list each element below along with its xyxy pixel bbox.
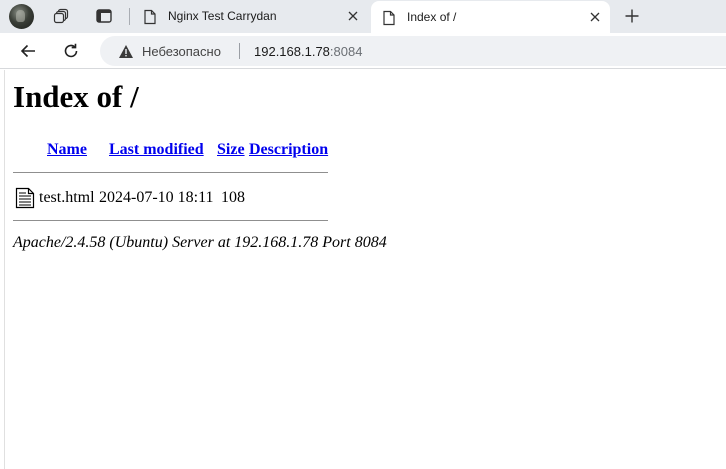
list-item: test.html (39, 189, 95, 207)
file-last-modified: 2024-07-10 18:11 (99, 189, 214, 206)
server-signature: Apache/2.4.58 (Ubuntu) Server at 192.168… (13, 234, 387, 251)
sort-by-description-link[interactable]: Description (249, 141, 328, 158)
column-header-last-modified: Last modified (109, 141, 204, 159)
not-secure-label[interactable]: Небезопасно (142, 44, 221, 59)
plus-icon (625, 9, 639, 23)
back-button[interactable] (16, 39, 40, 63)
browser-toolbar: Небезопасно 192.168.1.78:8084 (0, 33, 726, 69)
vertical-tabs-button[interactable] (92, 5, 116, 27)
file-link[interactable]: test.html (39, 189, 95, 206)
tab-nginx-test[interactable]: Nginx Test Carrydan (132, 0, 368, 33)
sort-by-size-link[interactable]: Size (217, 141, 245, 158)
workspaces-icon (53, 8, 69, 24)
tab-separator (129, 8, 130, 25)
divider (13, 172, 328, 173)
tab-index-of[interactable]: Index of / (371, 1, 610, 34)
warning-icon[interactable] (118, 44, 134, 59)
url-host: 192.168.1.78 (254, 44, 330, 59)
tab-strip: Nginx Test Carrydan Index of / (0, 0, 726, 34)
divider (13, 220, 328, 221)
page-heading: Index of / (13, 79, 139, 114)
address-bar[interactable]: Небезопасно 192.168.1.78:8084 (100, 36, 726, 66)
tab-title: Nginx Test Carrydan (168, 9, 277, 23)
column-header-name: Name (47, 141, 87, 159)
arrow-left-icon (20, 44, 35, 58)
column-header-description: Description (249, 141, 328, 159)
reload-icon (64, 43, 78, 58)
page-icon (144, 9, 156, 25)
tab-title: Index of / (407, 10, 457, 24)
sort-by-last-modified-link[interactable]: Last modified (109, 141, 204, 158)
file-text-icon (15, 187, 35, 209)
new-tab-button[interactable] (620, 5, 644, 27)
column-header-size: Size (217, 141, 245, 159)
sort-by-name-link[interactable]: Name (47, 141, 87, 158)
url-port: :8084 (329, 44, 363, 59)
close-tab-icon[interactable] (588, 10, 602, 24)
address-separator (239, 43, 240, 59)
page-content: Index of / Name Last modified Size Descr… (4, 70, 726, 469)
workspaces-button[interactable] (50, 5, 74, 27)
vertical-tabs-icon (96, 9, 112, 23)
close-tab-icon[interactable] (346, 9, 360, 23)
file-size: 108 (221, 189, 245, 206)
reload-button[interactable] (59, 39, 83, 63)
page-icon (383, 10, 395, 26)
profile-avatar[interactable] (9, 4, 34, 29)
url-text[interactable]: 192.168.1.78:8084 (254, 44, 362, 59)
